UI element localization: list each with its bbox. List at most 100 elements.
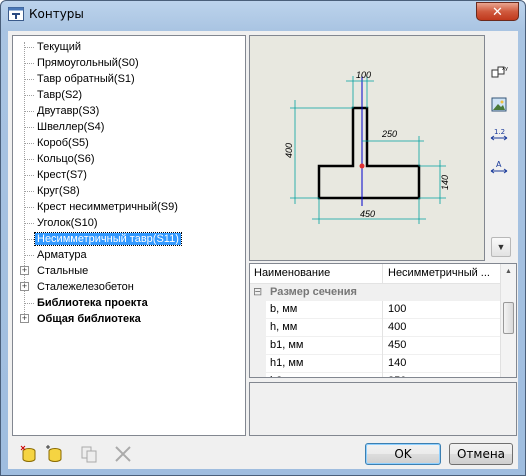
- save-contour-button[interactable]: [44, 443, 66, 465]
- dim-b1-label: 450: [360, 209, 375, 219]
- tree-connector: [24, 63, 34, 64]
- tree-item[interactable]: Арматура: [35, 247, 89, 263]
- property-value[interactable]: 250: [388, 375, 406, 377]
- property-row[interactable]: b, мм 100: [250, 301, 502, 319]
- chevron-down-icon: ▼: [496, 242, 506, 252]
- dimension-button[interactable]: 1.2: [487, 123, 509, 145]
- picture-icon: [491, 97, 507, 112]
- title-bar[interactable]: Контуры ✕: [1, 1, 525, 27]
- close-button[interactable]: ✕: [476, 2, 519, 21]
- property-grid[interactable]: Наименование Несимметричный ... ⊟ Размер…: [249, 263, 517, 378]
- expand-icon[interactable]: +: [20, 282, 29, 291]
- dim-b2-label: 250: [381, 129, 397, 139]
- tree-item[interactable]: Двутавр(S3): [35, 103, 101, 119]
- section-preview: 100 400 250 140 450: [249, 35, 485, 261]
- tree-item[interactable]: Крест(S7): [35, 167, 89, 183]
- collapse-icon[interactable]: ⊟: [253, 285, 262, 298]
- property-value[interactable]: 140: [388, 357, 406, 369]
- text-a-icon: A: [490, 160, 508, 174]
- row-gutter: [250, 337, 266, 355]
- tree-item-label: Швеллер(S4): [37, 121, 105, 133]
- column-header-name[interactable]: Наименование: [254, 267, 330, 279]
- tree-item[interactable]: Швеллер(S4): [35, 119, 106, 135]
- ok-button[interactable]: OK: [365, 443, 441, 465]
- tree-item[interactable]: Тавр(S2): [35, 87, 84, 103]
- category-label: Размер сечения: [270, 286, 357, 298]
- scroll-thumb[interactable]: [503, 302, 514, 334]
- database-icon: [46, 445, 62, 462]
- column-divider: [382, 373, 383, 377]
- copy-disabled-icon: [81, 446, 97, 463]
- tree-item-label: Библиотека проекта: [37, 297, 148, 309]
- column-divider: [382, 301, 383, 319]
- tree-item[interactable]: Несимметричный тавр(S11): [34, 231, 182, 247]
- text-label-button[interactable]: A: [487, 155, 509, 177]
- tree-item[interactable]: Круг(S8): [35, 183, 82, 199]
- tree-item[interactable]: Крест несимметричный(S9): [35, 199, 180, 215]
- dim-b-label: 100: [356, 70, 371, 80]
- tree-item[interactable]: Сталежелезобетон: [35, 279, 136, 295]
- delete-contour-button[interactable]: [112, 443, 134, 465]
- dim-h1-label: 140: [440, 175, 450, 190]
- tree-connector: [24, 191, 34, 192]
- close-icon: ✕: [492, 4, 503, 19]
- add-contour-button[interactable]: [18, 443, 40, 465]
- property-value[interactable]: 400: [388, 321, 406, 333]
- property-name: h1, мм: [270, 357, 304, 369]
- tree-item-label: Сталежелезобетон: [37, 281, 134, 293]
- expand-icon[interactable]: +: [20, 266, 29, 275]
- tree-item-label: Крест(S7): [37, 169, 87, 181]
- tree-item[interactable]: Текущий: [35, 39, 83, 55]
- section-outline: [317, 106, 421, 200]
- column-divider: [382, 337, 383, 355]
- property-value[interactable]: 450: [388, 339, 406, 351]
- property-row[interactable]: b2, мм 250: [250, 373, 502, 377]
- contour-tree[interactable]: Текущий Прямоугольный(S0) Тавр обратный(S1…: [12, 35, 246, 436]
- delete-disabled-icon: [115, 446, 131, 462]
- tree-item-label: Крест несимметричный(S9): [37, 201, 178, 213]
- tree-connector: [24, 47, 34, 48]
- tree-item[interactable]: Уголок(S10): [35, 215, 100, 231]
- preview-scroll-down-button[interactable]: ▼: [491, 237, 511, 257]
- column-header-value[interactable]: Несимметричный ...: [388, 267, 490, 279]
- tree-item-label: Короб(S5): [37, 137, 89, 149]
- dialog-client-area: Текущий Прямоугольный(S0) Тавр обратный(S1…: [8, 31, 518, 469]
- property-row[interactable]: h, мм 400: [250, 319, 502, 337]
- property-row[interactable]: b1, мм 450: [250, 337, 502, 355]
- tree-item-label: Прямоугольный(S0): [37, 57, 139, 69]
- property-row[interactable]: h1, мм 140: [250, 355, 502, 373]
- tree-item[interactable]: Общая библиотека: [35, 311, 143, 327]
- row-gutter: [250, 355, 266, 373]
- expand-icon[interactable]: +: [20, 314, 29, 323]
- dim-h-label: 400: [284, 143, 294, 158]
- tree-item[interactable]: Короб(S5): [35, 135, 91, 151]
- svg-text:1.2: 1.2: [494, 128, 505, 136]
- tree-item[interactable]: Прямоугольный(S0): [35, 55, 141, 71]
- cancel-button[interactable]: Отмена: [449, 443, 513, 465]
- picture-button[interactable]: [487, 93, 509, 115]
- copy-contour-button[interactable]: [78, 443, 100, 465]
- property-name: b, мм: [270, 303, 298, 315]
- tree-item-label: Общая библиотека: [37, 313, 141, 325]
- dialog-window: Контуры ✕ Текущий Прямоугольный(S0) Тавр о…: [0, 0, 526, 476]
- row-gutter: [250, 319, 266, 337]
- tree-item[interactable]: Стальные: [35, 263, 90, 279]
- window-title: Контуры: [29, 7, 84, 21]
- tree-item[interactable]: Кольцо(S6): [35, 151, 97, 167]
- grid-header: Наименование Несимметричный ...: [250, 264, 502, 284]
- grid-scrollbar[interactable]: ▲: [500, 264, 516, 377]
- tree-item-label: Тавр(S2): [37, 89, 83, 101]
- scroll-up-icon[interactable]: ▲: [505, 268, 512, 275]
- tree-item[interactable]: Библиотека проекта: [35, 295, 150, 311]
- tree-item-label: Уголок(S10): [37, 217, 98, 229]
- property-value[interactable]: 100: [388, 303, 406, 315]
- tree-item[interactable]: Тавр обратный(S1): [35, 71, 137, 87]
- center-point: [359, 163, 365, 169]
- tree-connector: [24, 95, 34, 96]
- coordinates-xy-button[interactable]: xy: [487, 61, 509, 83]
- tree-item-label: Двутавр(S3): [37, 105, 100, 117]
- tree-connector: [24, 255, 34, 256]
- category-row[interactable]: ⊟ Размер сечения: [250, 284, 502, 301]
- property-description: [249, 382, 517, 436]
- tree-item-label: Кольцо(S6): [37, 153, 95, 165]
